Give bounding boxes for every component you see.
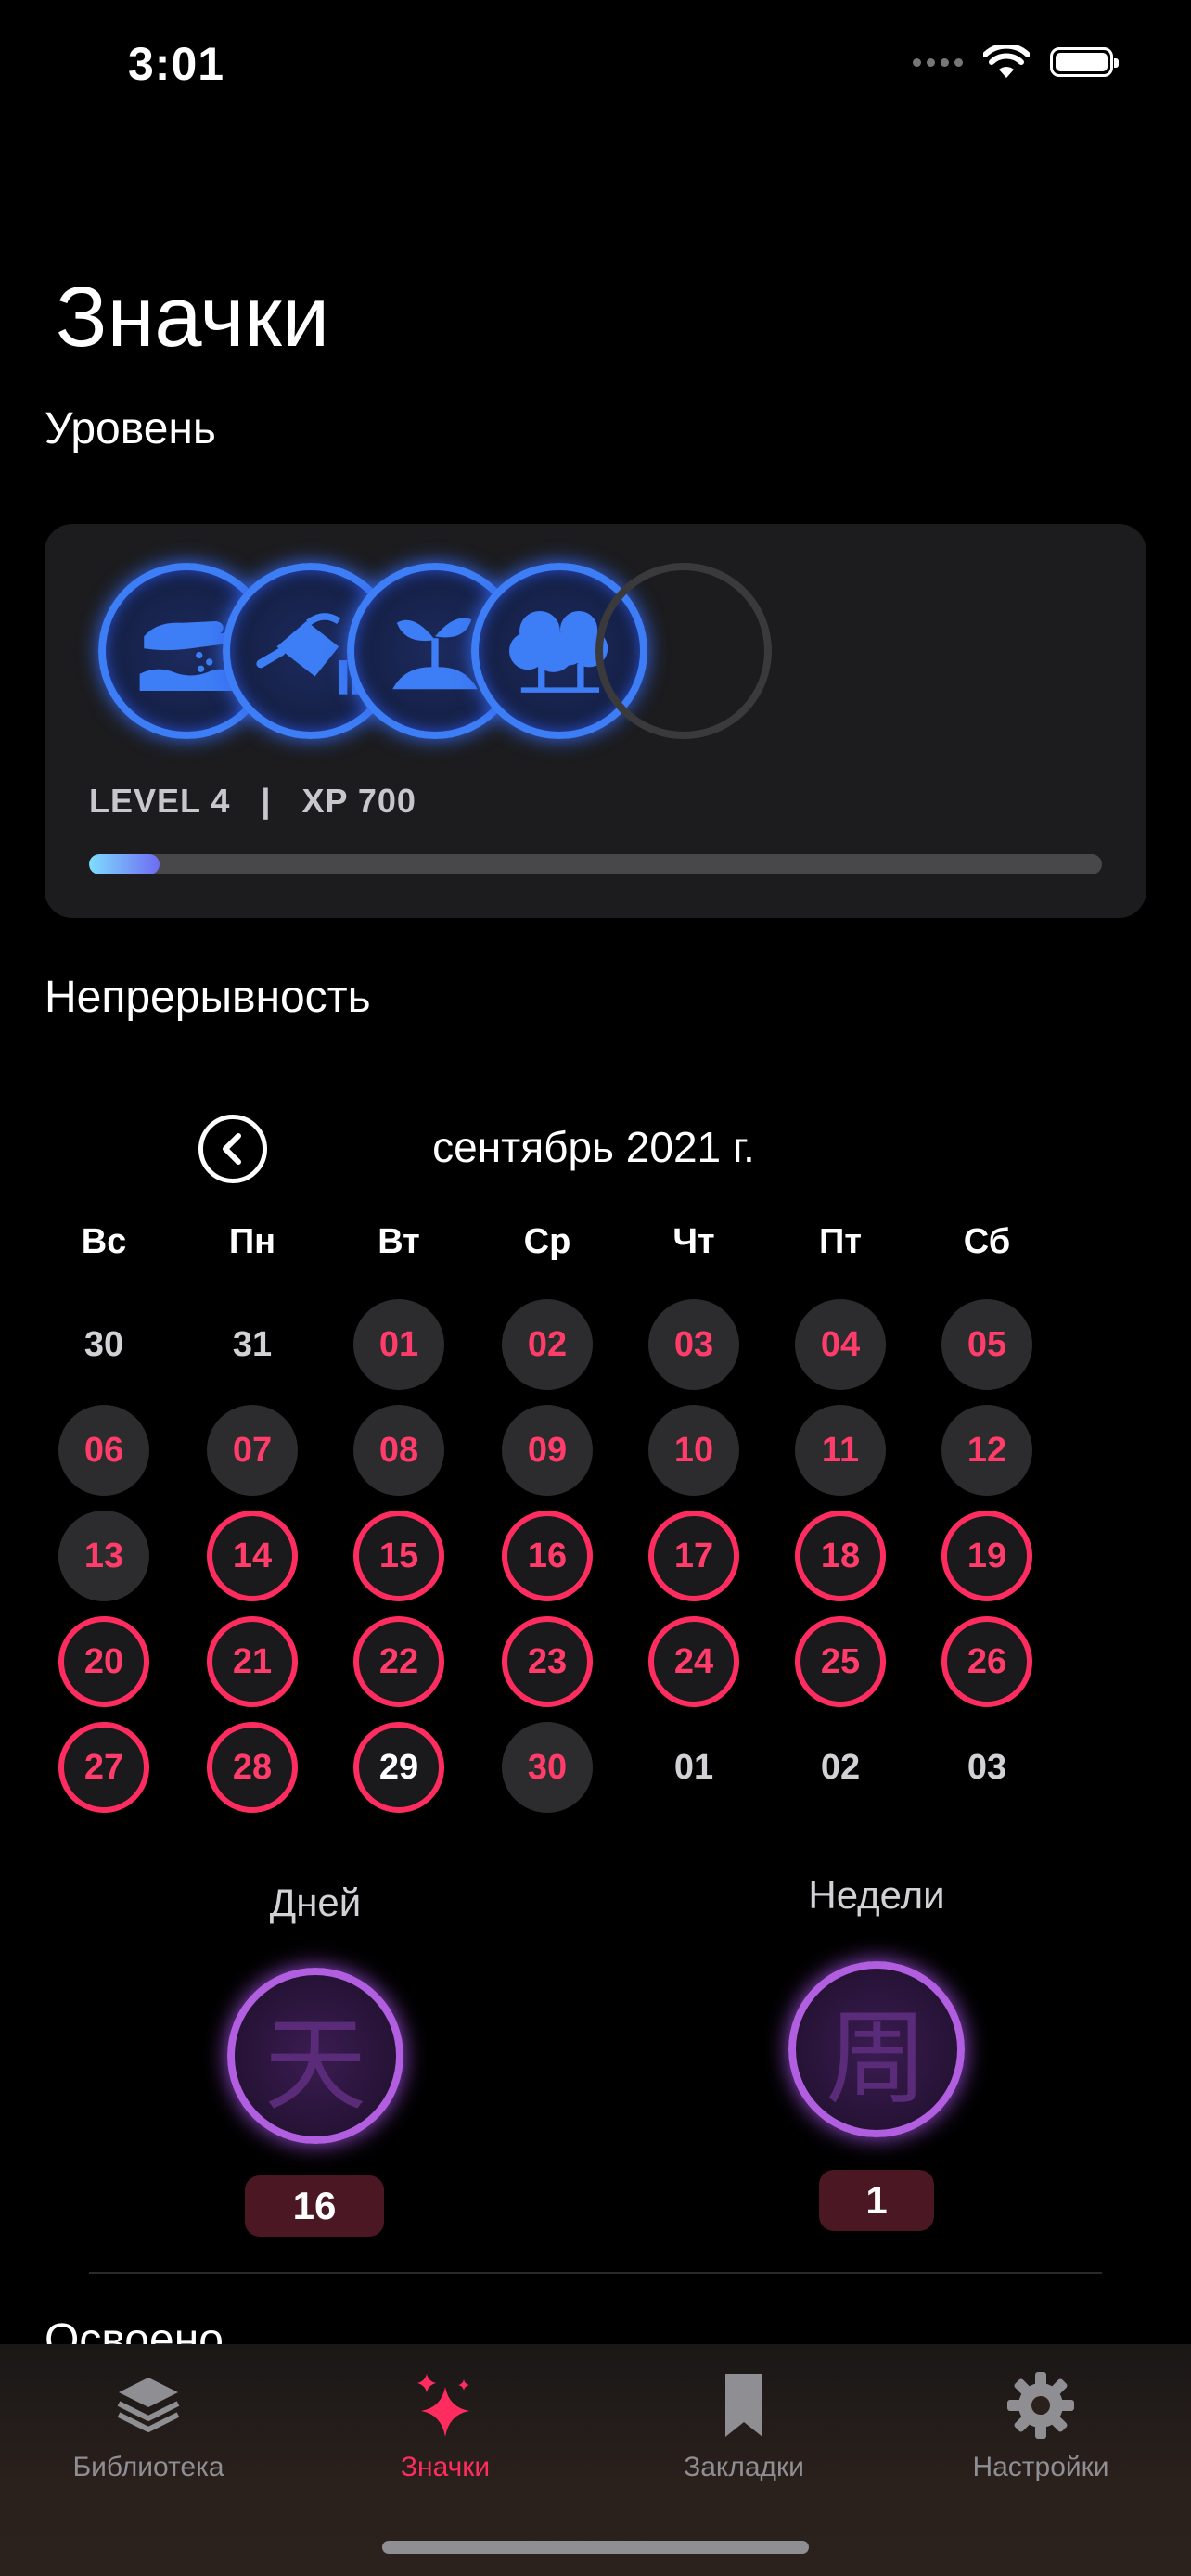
calendar-day[interactable]: 26: [941, 1616, 1032, 1707]
weekday-label: Чт: [672, 1222, 715, 1261]
xp-progress-bar: [89, 854, 1102, 874]
calendar-day[interactable]: 28: [207, 1722, 298, 1813]
calendar-month-label: сентябрь 2021 г.: [432, 1123, 755, 1171]
weeks-streak-label: Недели: [808, 1873, 945, 1917]
calendar-day[interactable]: 04: [795, 1299, 886, 1390]
calendar-day[interactable]: 15: [353, 1511, 444, 1601]
calendar-day[interactable]: 08: [353, 1405, 444, 1496]
tab-badges[interactable]: Значки: [306, 2370, 584, 2483]
page-title: Значки: [56, 270, 330, 364]
days-streak-badge[interactable]: 天: [227, 1968, 403, 2144]
status-time: 3:01: [128, 38, 225, 90]
calendar-day[interactable]: 23: [502, 1616, 593, 1707]
level-section-title: Уровень: [45, 404, 216, 453]
calendar-day[interactable]: 12: [941, 1405, 1032, 1496]
calendar-day[interactable]: 24: [648, 1616, 739, 1707]
sparkles-icon: [417, 2374, 469, 2437]
tab-library-label: Библиотека: [72, 2452, 224, 2482]
streak-section-title: Непрерывность: [45, 973, 371, 1022]
calendar-day[interactable]: 22: [353, 1616, 444, 1707]
level-xp-label: LEVEL 4 | XP 700: [89, 782, 416, 821]
gear-icon: [1007, 2372, 1074, 2439]
weekday-label: Ср: [523, 1222, 571, 1261]
weekday-label: Сб: [963, 1222, 1011, 1261]
weekday-label: Пн: [228, 1222, 276, 1261]
battery-icon: [1050, 47, 1119, 77]
calendar-day[interactable]: 13: [58, 1511, 149, 1601]
days-streak-count: 16: [245, 2175, 384, 2237]
calendar-day[interactable]: 03: [648, 1299, 739, 1390]
calendar-day[interactable]: 11: [795, 1405, 886, 1496]
tab-bookmarks[interactable]: Закладки: [605, 2370, 883, 2483]
calendar-day[interactable]: 06: [58, 1405, 149, 1496]
calendar-day[interactable]: 27: [58, 1722, 149, 1813]
weekday-label: Вт: [378, 1222, 420, 1261]
xp-label: XP 700: [301, 782, 416, 820]
weeks-glyph: 周: [826, 1999, 928, 2118]
calendar-day[interactable]: 10: [648, 1405, 739, 1496]
calendar-day[interactable]: 02: [502, 1299, 593, 1390]
calendar-day[interactable]: 05: [941, 1299, 1032, 1390]
calendar-day[interactable]: 18: [795, 1511, 886, 1601]
days-glyph: 天: [264, 2006, 366, 2124]
weeks-streak-badge[interactable]: 周: [788, 1961, 965, 2137]
locked-badge-icon[interactable]: [596, 563, 772, 739]
home-indicator[interactable]: [382, 2541, 809, 2554]
calendar-day[interactable]: 03: [941, 1722, 1032, 1813]
calendar-day[interactable]: 01: [648, 1722, 739, 1813]
calendar-day[interactable]: 09: [502, 1405, 593, 1496]
xp-progress-fill: [89, 854, 160, 874]
calendar-day[interactable]: 17: [648, 1511, 739, 1601]
tab-library[interactable]: Библиотека: [9, 2370, 288, 2483]
tab-bookmarks-label: Закладки: [684, 2452, 804, 2482]
tab-badges-label: Значки: [400, 2452, 491, 2482]
calendar-day[interactable]: 20: [58, 1616, 149, 1707]
tab-settings[interactable]: Настройки: [902, 2370, 1180, 2483]
wifi-icon: [983, 45, 1030, 78]
section-divider: [89, 2272, 1102, 2274]
level-separator: |: [261, 782, 272, 820]
calendar-day[interactable]: 25: [795, 1616, 886, 1707]
calendar-day[interactable]: 30: [502, 1722, 593, 1813]
calendar-day[interactable]: 16: [502, 1511, 593, 1601]
level-label: LEVEL 4: [89, 782, 231, 820]
bookmark-icon: [725, 2374, 762, 2437]
calendar-day[interactable]: 31: [207, 1299, 298, 1390]
calendar-day[interactable]: 29: [353, 1722, 444, 1813]
calendar-day[interactable]: 19: [941, 1511, 1032, 1601]
signal-icon: [913, 57, 963, 67]
calendar-day[interactable]: 01: [353, 1299, 444, 1390]
weekday-label: Пт: [819, 1222, 862, 1261]
weeks-streak-count: 1: [819, 2170, 934, 2231]
chevron-left-icon: [223, 1133, 241, 1165]
calendar-prev-button[interactable]: [198, 1115, 267, 1183]
tab-settings-label: Настройки: [972, 2452, 1109, 2482]
days-streak-label: Дней: [269, 1881, 362, 1924]
level-card: LEVEL 4 | XP 700: [45, 524, 1146, 918]
weekday-label: Вс: [81, 1222, 127, 1261]
calendar-day[interactable]: 21: [207, 1616, 298, 1707]
calendar-day[interactable]: 14: [207, 1511, 298, 1601]
calendar-day[interactable]: 02: [795, 1722, 886, 1813]
status-icons: [913, 45, 1119, 80]
calendar-day[interactable]: 07: [207, 1405, 298, 1496]
stack-icon: [117, 2378, 180, 2432]
calendar-day[interactable]: 30: [58, 1299, 149, 1390]
